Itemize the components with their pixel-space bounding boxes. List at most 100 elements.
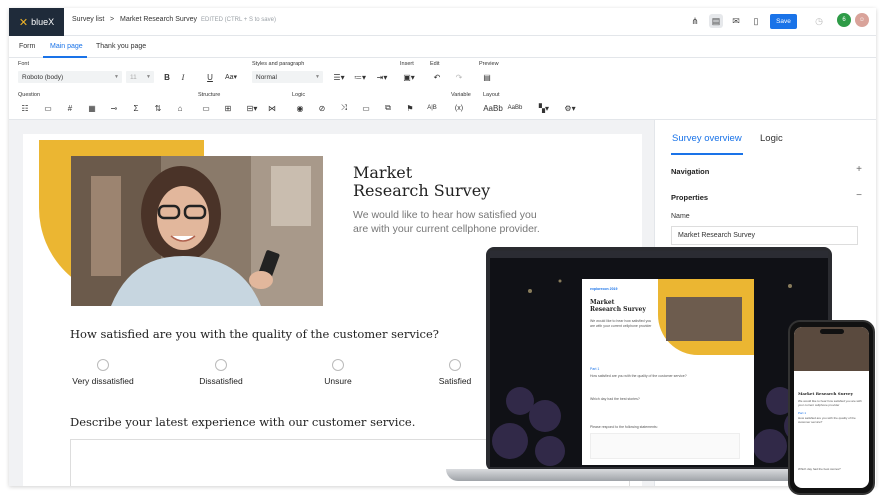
avatar[interactable]: ☺: [855, 13, 869, 27]
survey-subtitle-line-2: are with your current cellphone provider…: [353, 223, 540, 235]
phone-preview: Market Research Survey We would like to …: [788, 320, 875, 495]
number-icon[interactable]: #: [63, 102, 77, 114]
insert-icon[interactable]: ▣▾: [400, 71, 418, 83]
save-button[interactable]: Save: [770, 14, 797, 29]
header-photo[interactable]: [71, 156, 323, 306]
breadcrumb-separator: >: [110, 16, 115, 23]
tab-form[interactable]: Form: [19, 43, 35, 50]
undo-icon[interactable]: ↶: [430, 71, 444, 83]
group-label-insert: Insert: [400, 61, 414, 67]
redo-icon[interactable]: ↷: [452, 71, 466, 83]
question-2-text[interactable]: Describe your latest experience with our…: [70, 415, 415, 429]
radio-unsure[interactable]: [332, 359, 344, 371]
page-tabs: Form Main page Thank you page: [9, 36, 876, 58]
breadcrumb-survey-list[interactable]: Survey list: [72, 16, 104, 23]
shuffle-icon[interactable]: ⤨: [337, 102, 351, 114]
group-label-edit: Edit: [430, 61, 440, 67]
history-icon[interactable]: ◷: [812, 14, 826, 28]
collapse-minus-icon[interactable]: −: [856, 190, 862, 201]
hide-icon[interactable]: ⊘: [315, 102, 329, 114]
group-label-layout: Layout: [483, 92, 500, 98]
phone-q1: How satisfied are you with the quality o…: [798, 416, 856, 424]
phone-part: Part 1: [798, 411, 807, 415]
sort-icon[interactable]: ⇅: [151, 102, 165, 114]
date-icon[interactable]: ▦: [85, 102, 99, 114]
phone-title: Market Research Survey: [798, 391, 853, 396]
flag-icon[interactable]: ⚑: [403, 102, 417, 114]
layout-style-sample[interactable]: AaBb: [483, 102, 503, 114]
question-1-text[interactable]: How satisfied are you with the quality o…: [70, 327, 439, 341]
option-label-dissatisfied: Dissatisfied: [199, 376, 243, 386]
underline-icon[interactable]: U: [203, 71, 217, 83]
font-select[interactable]: Roboto (body) ▼: [18, 71, 122, 83]
text-case-icon[interactable]: Aa▾: [221, 71, 241, 83]
survey-name-input[interactable]: Market Research Survey: [671, 226, 858, 245]
group-label-preview: Preview: [479, 61, 499, 67]
tab-main-page[interactable]: Main page: [50, 43, 83, 50]
text-input-icon[interactable]: ▭: [41, 102, 55, 114]
document-icon[interactable]: ▤: [709, 14, 723, 28]
toolbar-ribbon: Font Roboto (body) ▼ 11 ▼ B I U Aa▾ Styles…: [9, 58, 876, 120]
layout-style-sample-small[interactable]: AaBb: [505, 102, 525, 114]
group-label-font: Font: [18, 61, 30, 67]
radio-dissatisfied[interactable]: [215, 359, 227, 371]
expand-plus-icon[interactable]: +: [856, 164, 862, 175]
survey-title[interactable]: Market Research Survey: [353, 164, 553, 200]
translate-icon[interactable]: A|B: [425, 102, 439, 114]
survey-subtitle[interactable]: We would like to hear how satisfied you …: [353, 208, 563, 236]
settings-icon[interactable]: ⚙▾: [561, 102, 579, 114]
color-palette-icon[interactable]: ▚▾: [535, 102, 553, 114]
phone-screen: Market Research Survey We would like to …: [794, 327, 869, 488]
page-break-icon[interactable]: ⋈: [265, 102, 279, 114]
navigation-header[interactable]: Navigation: [671, 167, 709, 176]
survey-title-line-1: Market: [353, 163, 413, 182]
name-field-label: Name: [671, 213, 690, 220]
woman-with-phone-image: [71, 156, 323, 306]
properties-header[interactable]: Properties: [671, 193, 708, 202]
grid-icon[interactable]: ⊞: [221, 102, 235, 114]
slider-icon[interactable]: ⊸: [107, 102, 121, 114]
radio-very-dissatisfied[interactable]: [97, 359, 109, 371]
group-label-variable: Variable: [451, 92, 471, 98]
inbox-icon[interactable]: ✉: [729, 14, 743, 28]
section-icon[interactable]: ▭: [199, 102, 213, 114]
breadcrumb-current: Market Research Survey: [120, 16, 198, 23]
notification-badge[interactable]: 6: [837, 13, 851, 27]
tab-survey-overview[interactable]: Survey overview: [672, 133, 742, 144]
logo-text: blueX: [31, 17, 55, 27]
bullet-list-icon[interactable]: ≔▾: [351, 71, 369, 83]
question-list-icon[interactable]: ☷: [18, 102, 32, 114]
phone-notch: [820, 329, 844, 334]
option-label-very-dissatisfied: Very dissatisfied: [72, 376, 134, 386]
laptop-preview: explorecon 2019 Market Research Survey W…: [446, 247, 872, 483]
rating-icon[interactable]: ⌂: [173, 102, 187, 114]
visibility-icon[interactable]: ◉: [293, 102, 307, 114]
logo-mark-icon: ✕: [18, 16, 29, 29]
font-size-select[interactable]: 11 ▼: [126, 71, 154, 83]
italic-icon[interactable]: I: [176, 71, 190, 83]
radio-satisfied[interactable]: [449, 359, 461, 371]
paragraph-style-select[interactable]: Normal ▼: [252, 71, 323, 83]
laptop-intro: We would like to hear how satisfied you …: [590, 319, 652, 328]
phone-title-line-1: Market: [798, 391, 815, 396]
variable-button[interactable]: (x): [452, 102, 466, 114]
paragraph-style-value: Normal: [256, 73, 277, 81]
file-icon[interactable]: ▯: [749, 14, 763, 28]
phone-intro: We would like to hear how satisfied you …: [798, 399, 862, 407]
laptop-part: Part 1: [590, 367, 600, 371]
tab-thank-you-page[interactable]: Thank you page: [96, 43, 146, 50]
preview-icon[interactable]: ▤: [480, 71, 494, 83]
laptop-q2: Which day had the best stories?: [590, 397, 640, 401]
bold-icon[interactable]: B: [160, 71, 174, 83]
group-label-question: Question: [18, 92, 41, 98]
bluex-logo[interactable]: ✕ blueX: [9, 8, 64, 36]
indent-icon[interactable]: ⇥▾: [373, 71, 391, 83]
field-icon[interactable]: ▭: [359, 102, 373, 114]
table-icon[interactable]: ⊟▾: [243, 102, 261, 114]
copy-icon[interactable]: ⧉: [381, 102, 395, 114]
align-icon[interactable]: ☰▾: [330, 71, 348, 83]
sum-icon[interactable]: Σ: [129, 102, 143, 114]
laptop-q1: How satisfied are you with the quality o…: [590, 374, 687, 378]
tab-logic[interactable]: Logic: [760, 133, 783, 144]
share-network-icon[interactable]: ⋔: [688, 14, 702, 28]
